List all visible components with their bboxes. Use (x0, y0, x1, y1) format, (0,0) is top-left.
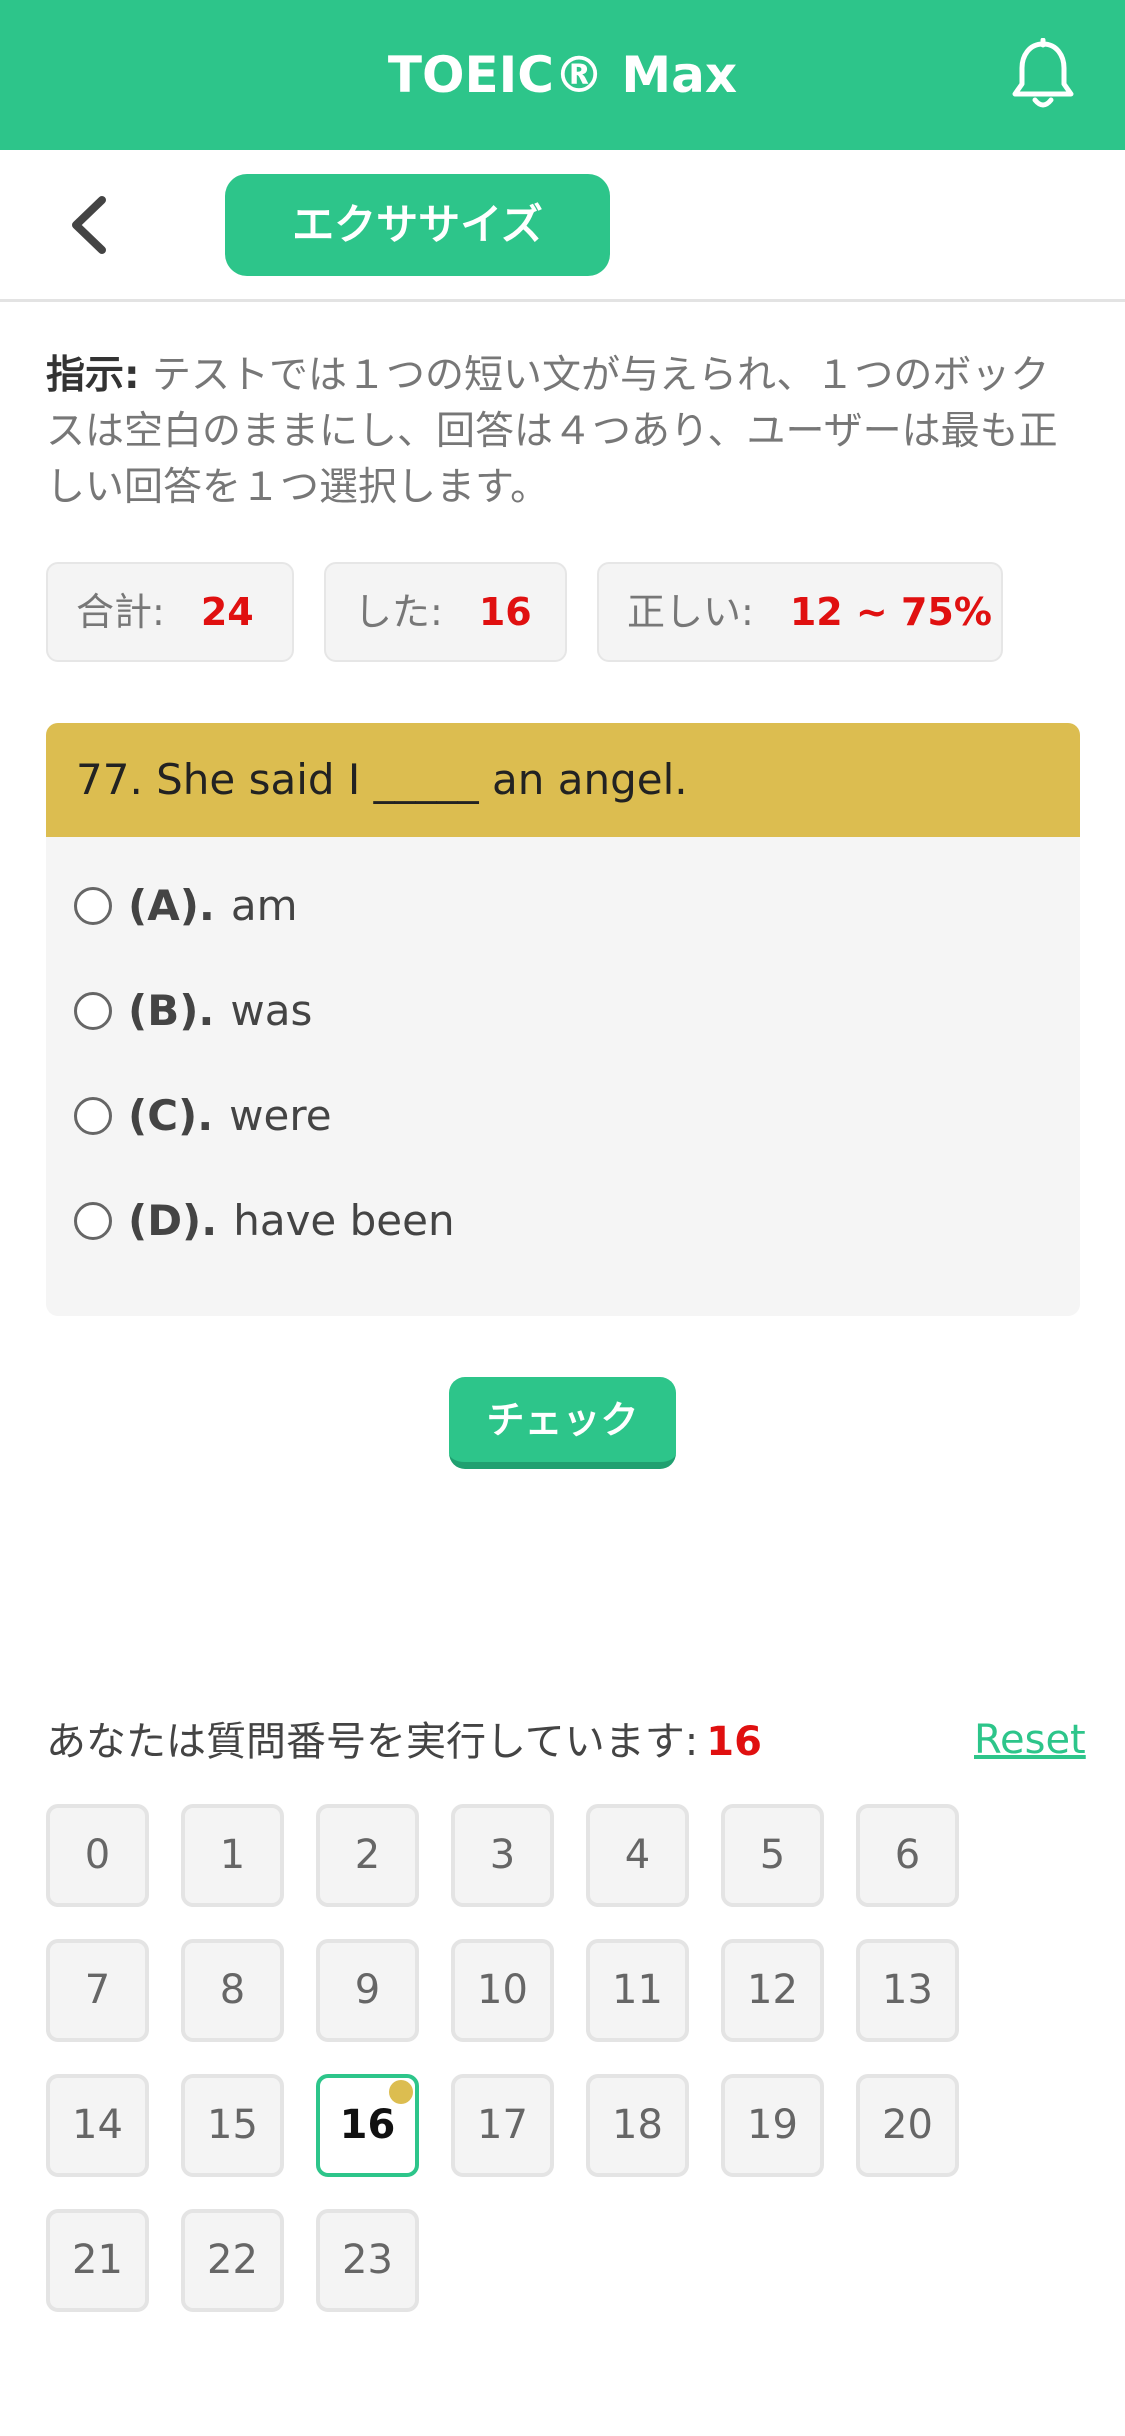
option-c[interactable]: (C). were (74, 1076, 332, 1156)
question-number-button[interactable]: 22 (181, 2209, 284, 2312)
question-number-button[interactable]: 6 (856, 1804, 959, 1907)
option-text: were (229, 1091, 332, 1140)
option-key: (B). (128, 986, 215, 1035)
radio-icon[interactable] (74, 886, 112, 925)
stat-total: 合計: 24 (46, 562, 294, 662)
tab-exercise[interactable]: エクササイズ (225, 174, 610, 276)
stat-total-label: 合計: (76, 590, 165, 634)
question-number-button[interactable]: 23 (316, 2209, 419, 2312)
current-question-label: あなたは質問番号を実行しています: (46, 1719, 699, 1765)
question-number-button[interactable]: 12 (721, 1939, 824, 2042)
option-text: have been (233, 1196, 455, 1245)
question-number-button[interactable]: 17 (451, 2074, 554, 2177)
option-a[interactable]: (A). am (74, 866, 298, 946)
stat-total-value: 24 (200, 590, 254, 634)
radio-icon[interactable] (74, 991, 112, 1030)
question-number-button[interactable]: 5 (721, 1804, 824, 1907)
question-number-button[interactable]: 14 (46, 2074, 149, 2177)
bell-icon[interactable] (1008, 38, 1078, 112)
option-d[interactable]: (D). have been (74, 1181, 455, 1261)
question-number-button[interactable]: 4 (586, 1804, 689, 1907)
question-number-button[interactable]: 15 (181, 2074, 284, 2177)
option-b[interactable]: (B). was (74, 971, 312, 1051)
option-key: (D). (128, 1196, 218, 1245)
current-question-number: 16 (706, 1719, 762, 1765)
check-button[interactable]: チェック (449, 1377, 676, 1469)
current-question-status: あなたは質問番号を実行しています: 16 (46, 1712, 762, 1772)
instruction-text: 指示: テストでは１つの短い文が与えられ、１つのボックスは空白のままにし、回答は… (46, 348, 1086, 516)
question-number-button[interactable]: 9 (316, 1939, 419, 2042)
question-number-button[interactable]: 13 (856, 1939, 959, 2042)
option-key: (A). (128, 881, 215, 930)
question-number-button[interactable]: 10 (451, 1939, 554, 2042)
chevron-left-icon[interactable] (62, 194, 118, 256)
question-number-button[interactable]: 2 (316, 1804, 419, 1907)
question-number-button[interactable]: 11 (586, 1939, 689, 2042)
option-text: am (230, 881, 298, 930)
question-card: 77. She said I _____ an angel. (A). am (B… (46, 723, 1080, 1316)
stat-correct-value: 12 ~ 75% (789, 590, 992, 634)
instruction-label: 指示: (46, 353, 140, 398)
question-number-button[interactable]: 16 (316, 2074, 419, 2177)
radio-icon[interactable] (74, 1201, 112, 1240)
question-number-button[interactable]: 19 (721, 2074, 824, 2177)
question-number-button[interactable]: 0 (46, 1804, 149, 1907)
question-number-label: 16 (339, 2102, 396, 2148)
question-text: 77. She said I _____ an angel. (46, 723, 1080, 837)
question-number-button[interactable]: 1 (181, 1804, 284, 1907)
question-number-button[interactable]: 3 (451, 1804, 554, 1907)
option-text: was (230, 986, 313, 1035)
question-number-button[interactable]: 8 (181, 1939, 284, 2042)
question-number-button[interactable]: 21 (46, 2209, 149, 2312)
question-number-button[interactable]: 20 (856, 2074, 959, 2177)
instruction-body: テストでは１つの短い文が与えられ、１つのボックスは空白のままにし、回答は４つあり… (46, 353, 1058, 510)
stat-done-value: 16 (478, 590, 532, 634)
radio-icon[interactable] (74, 1096, 112, 1135)
question-number-button[interactable]: 18 (586, 2074, 689, 2177)
current-marker-dot (389, 2080, 413, 2104)
stat-correct-label: 正しい: (627, 590, 754, 634)
app-title: TOEIC® Max (387, 46, 738, 104)
stat-done-label: した: (354, 590, 443, 634)
question-number-button[interactable]: 7 (46, 1939, 149, 2042)
stat-done: した: 16 (324, 562, 567, 662)
reset-link[interactable]: Reset (974, 1710, 1086, 1770)
option-key: (C). (128, 1091, 214, 1140)
stat-correct: 正しい: 12 ~ 75% (597, 562, 1003, 662)
